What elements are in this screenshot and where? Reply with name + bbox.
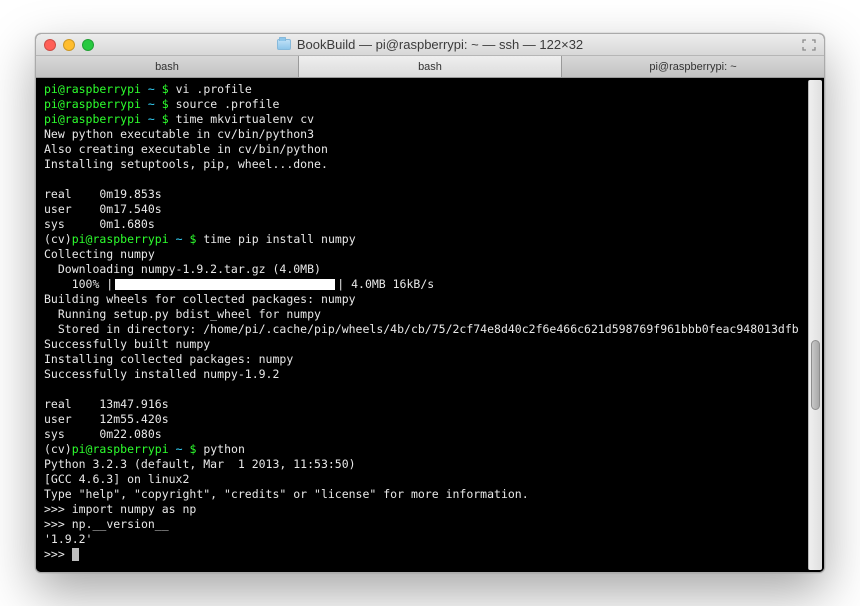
minimize-icon[interactable]	[63, 39, 75, 51]
traffic-lights	[44, 39, 94, 51]
cursor	[72, 548, 79, 561]
scrollbar[interactable]	[808, 80, 822, 570]
scrollbar-thumb[interactable]	[811, 340, 820, 410]
tab-bash-2[interactable]: bash	[299, 56, 562, 77]
progress-bar	[115, 279, 335, 290]
zoom-icon[interactable]	[82, 39, 94, 51]
fullscreen-icon[interactable]	[802, 39, 816, 51]
tab-ssh[interactable]: pi@raspberrypi: ~	[562, 56, 824, 77]
titlebar[interactable]: BookBuild — pi@raspberrypi: ~ — ssh — 12…	[36, 34, 824, 56]
tab-label: bash	[418, 61, 442, 73]
tab-bash-1[interactable]: bash	[36, 56, 299, 77]
terminal-output: pi@raspberrypi ~ $ vi .profile pi@raspbe…	[44, 82, 816, 562]
tab-label: pi@raspberrypi: ~	[649, 61, 736, 73]
tab-bar: bash bash pi@raspberrypi: ~	[36, 56, 824, 78]
terminal-body[interactable]: pi@raspberrypi ~ $ vi .profile pi@raspbe…	[36, 78, 824, 572]
folder-icon	[277, 39, 291, 50]
close-icon[interactable]	[44, 39, 56, 51]
tab-label: bash	[155, 61, 179, 73]
window-title: BookBuild — pi@raspberrypi: ~ — ssh — 12…	[36, 37, 824, 52]
window-title-text: BookBuild — pi@raspberrypi: ~ — ssh — 12…	[297, 37, 583, 52]
terminal-window: BookBuild — pi@raspberrypi: ~ — ssh — 12…	[35, 33, 825, 573]
